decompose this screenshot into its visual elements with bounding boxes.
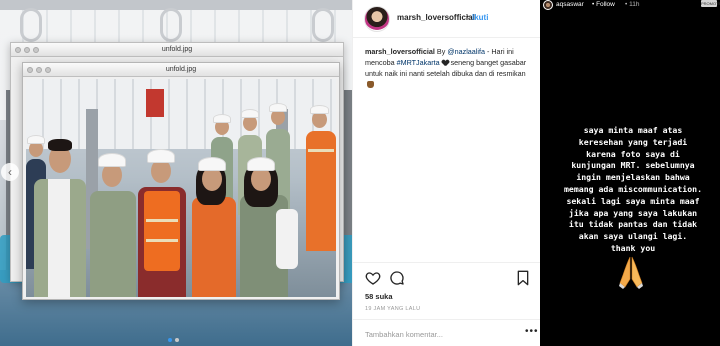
post-header: marsh_loversofficial • Ikuti bbox=[353, 0, 541, 38]
hand-strap bbox=[312, 8, 334, 42]
post-sidebar: marsh_loversofficial • Ikuti marsh_lover… bbox=[352, 0, 541, 346]
image-window-front: unfold.jpg bbox=[22, 62, 340, 300]
window-controls bbox=[15, 47, 39, 53]
hand-strap bbox=[20, 8, 42, 42]
window-controls bbox=[27, 67, 51, 73]
story-header: aqsaswar • Follow • 11h PROMOTE bbox=[540, 0, 720, 12]
close-button[interactable] bbox=[27, 67, 33, 73]
carousel-dot bbox=[175, 338, 179, 342]
story-menu-button[interactable]: PROMOTE bbox=[701, 0, 720, 7]
comment-input[interactable] bbox=[365, 327, 515, 341]
carousel-dot bbox=[168, 338, 172, 342]
window-titlebar: unfold.jpg bbox=[23, 63, 339, 77]
flag-banner bbox=[146, 89, 164, 117]
post-caption: marsh_loversofficial By @nazlaalifa - Ha… bbox=[365, 46, 535, 90]
clapping-hands-icon bbox=[367, 81, 374, 88]
caption-username[interactable]: marsh_loversofficial bbox=[365, 47, 435, 56]
story-timestamp: • 11h bbox=[625, 1, 640, 8]
prev-image-button[interactable]: ‹ bbox=[1, 163, 19, 181]
heart-icon[interactable] bbox=[365, 270, 381, 286]
minimize-button[interactable] bbox=[24, 47, 30, 53]
hand-strap bbox=[160, 8, 182, 42]
hashtag-link[interactable]: #MRTJakarta bbox=[397, 58, 440, 67]
post-username[interactable]: marsh_loversofficial bbox=[397, 13, 475, 22]
story-avatar[interactable] bbox=[543, 0, 553, 10]
bookmark-icon[interactable] bbox=[515, 270, 531, 286]
carousel-indicator bbox=[168, 338, 179, 342]
story-screenshot: aqsaswar • Follow • 11h PROMOTE saya min… bbox=[540, 0, 720, 346]
zoom-button[interactable] bbox=[33, 47, 39, 53]
close-button[interactable] bbox=[15, 47, 21, 53]
post-media: unfold.jpg unfold.jpg ‹ bbox=[0, 0, 352, 346]
mention-link[interactable]: @nazlaalifa bbox=[447, 47, 485, 56]
follow-button[interactable]: Ikuti bbox=[472, 13, 488, 22]
post-timestamp: 19 JAM YANG LALU bbox=[365, 306, 421, 312]
story-message: saya minta maaf atas keresehan yang terj… bbox=[563, 125, 703, 253]
zoom-button[interactable] bbox=[45, 67, 51, 73]
like-count[interactable]: 58 suka bbox=[365, 292, 393, 301]
comment-icon[interactable] bbox=[389, 270, 405, 286]
folded-hands-icon bbox=[619, 256, 643, 289]
black-heart-icon bbox=[442, 60, 449, 66]
window-titlebar: unfold.jpg bbox=[11, 43, 343, 57]
group-photo bbox=[26, 79, 336, 297]
separator-dot: • bbox=[466, 12, 469, 21]
more-options-button[interactable]: ••• bbox=[525, 326, 539, 337]
avatar[interactable] bbox=[364, 6, 390, 32]
caption-text: By bbox=[434, 47, 448, 56]
window-title: unfold.jpg bbox=[161, 46, 193, 53]
divider bbox=[353, 319, 541, 320]
minimize-button[interactable] bbox=[36, 67, 42, 73]
window-title: unfold.jpg bbox=[165, 66, 197, 73]
story-username[interactable]: aqsaswar bbox=[556, 1, 584, 8]
chevron-left-icon: ‹ bbox=[8, 165, 12, 179]
story-follow-button[interactable]: • Follow bbox=[592, 1, 615, 8]
divider bbox=[353, 262, 541, 263]
